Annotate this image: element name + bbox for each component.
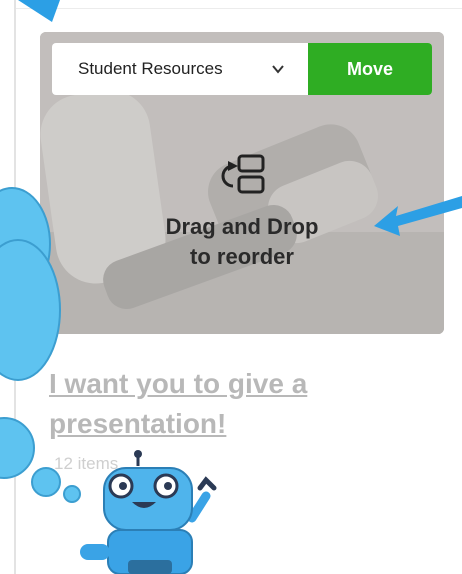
move-button[interactable]: Move xyxy=(308,43,432,95)
robot-mascot xyxy=(80,450,217,574)
arrow-icon xyxy=(374,196,462,236)
thought-bubbles xyxy=(0,187,81,503)
reorder-icon xyxy=(221,154,265,194)
chevron-down-icon xyxy=(272,65,284,74)
